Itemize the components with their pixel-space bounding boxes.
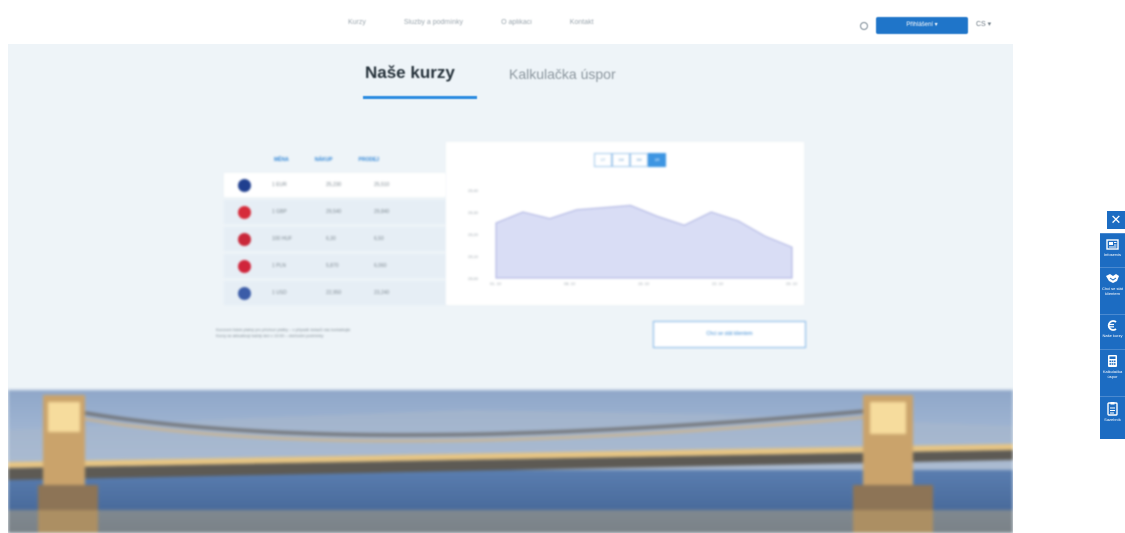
x-tick-label: 22. 10 [712, 281, 724, 286]
y-tick-label: 25,20 [468, 232, 479, 237]
rate-chart: 1T 1M 3M 1R 25,40 25,30 25,20 25,10 25,00 01.… [446, 142, 804, 305]
nav-item-o-aplikaci[interactable]: O aplikaci [501, 19, 532, 26]
table-cell: 22,950 [326, 290, 342, 296]
x-tick-label: 01. 10 [490, 281, 502, 286]
search-icon[interactable] [860, 22, 868, 30]
side-item-sazebnik[interactable]: Sazebník [1100, 396, 1125, 439]
table-cell: 25,230 [326, 182, 342, 188]
side-item-chci-se-stat-klientem[interactable]: Chci se stát klientem [1100, 267, 1125, 314]
table-cell: 1 PLN [272, 263, 286, 269]
rates-table: MĚNA NÁKUP PRODEJ 1 EUR 25,230 25,510 1 GBP… [218, 147, 446, 305]
calculator-icon [1108, 355, 1117, 367]
hero-bridge-image [8, 390, 1013, 533]
table-row[interactable]: 1 USD 22,950 23,240 [224, 281, 446, 305]
table-cell: 1 USD [272, 290, 287, 296]
flag-icon [238, 206, 251, 219]
side-item-label: Naše kurzy [1102, 333, 1123, 338]
main-page: Kurzy Sluzby a podmínky O aplikaci Konta… [8, 8, 1013, 533]
clipboard-icon [1107, 402, 1118, 416]
side-item-label: Infoservis [1103, 252, 1122, 257]
close-icon[interactable]: ✕ [1107, 211, 1125, 229]
table-cell: 1 EUR [272, 182, 287, 188]
table-row[interactable]: 1 EUR 25,230 25,510 [224, 173, 446, 197]
flag-icon [238, 287, 251, 300]
table-cell: 100 HUF [272, 236, 293, 242]
top-bar: Kurzy Sluzby a podmínky O aplikaci Konta… [8, 8, 1013, 44]
side-item-label: Kalkulačka úspor [1102, 369, 1123, 379]
flag-icon [238, 260, 251, 273]
handshake-icon [1106, 274, 1119, 283]
note-line-2: Kurzy se aktualizují každý den v 10:00 –… [216, 333, 324, 338]
table-cell: 6,30 [326, 236, 336, 242]
table-cell: 5,870 [326, 263, 339, 269]
table-cell: 23,240 [374, 290, 390, 296]
tab-nase-kurzy[interactable]: Naše kurzy [365, 63, 455, 83]
active-tab-underline [363, 96, 477, 99]
y-tick-label: 25,10 [468, 254, 479, 259]
flag-icon [238, 233, 251, 246]
login-button[interactable]: Přihlášení ▾ [876, 17, 968, 34]
column-header-prodej: PRODEJ [358, 157, 380, 163]
table-cell: 29,540 [326, 209, 342, 215]
nav-item-kurzy[interactable]: Kurzy [348, 19, 366, 26]
chart-plot: 25,40 25,30 25,20 25,10 25,00 01. 10 08. 10 15.… [468, 188, 798, 286]
flag-icon [238, 179, 251, 192]
table-row[interactable]: 1 PLN 5,870 6,060 [224, 254, 446, 278]
tabs: Naše kurzy Kalkulačka úspor [8, 63, 1013, 103]
main-nav: Kurzy Sluzby a podmínky O aplikaci Konta… [348, 19, 594, 26]
table-cell: 1 GBP [272, 209, 287, 215]
side-item-label: Chci se stát klientem [1102, 286, 1123, 296]
y-tick-label: 25,40 [468, 188, 479, 193]
language-selector[interactable]: CS ▾ [976, 20, 991, 28]
side-item-infoservis[interactable]: Infoservis [1100, 233, 1125, 267]
y-tick-label: 25,30 [468, 210, 479, 215]
become-client-button[interactable]: Chci se stát klientem [653, 321, 806, 348]
side-panel: ✕ Infoservis Chci se stát klientem Naše … [1100, 211, 1125, 439]
side-item-nase-kurzy[interactable]: Naše kurzy [1100, 314, 1125, 349]
tab-kalkulacka-uspor[interactable]: Kalkulačka úspor [509, 66, 616, 82]
table-row[interactable]: 100 HUF 6,30 6,50 [224, 227, 446, 251]
x-tick-label: 08. 10 [564, 281, 576, 286]
side-item-kalkulacka-uspor[interactable]: Kalkulačka úspor [1100, 349, 1125, 396]
x-tick-label: 15. 10 [638, 281, 650, 286]
column-header-mena: MĚNA [274, 157, 289, 163]
news-icon [1106, 239, 1119, 250]
chart-area-series [495, 204, 793, 279]
nav-item-sluzby[interactable]: Sluzby a podmínky [404, 19, 463, 26]
table-cell: 25,510 [374, 182, 390, 188]
table-cell: 6,50 [374, 236, 384, 242]
table-cell: 6,060 [374, 263, 387, 269]
rates-table-header: MĚNA NÁKUP PRODEJ [274, 157, 379, 163]
rates-note: Kurzovní lístek platný pro příchozí plat… [216, 327, 516, 339]
side-item-label: Sazebník [1104, 417, 1121, 422]
y-tick-label: 25,00 [468, 276, 479, 281]
table-row[interactable]: 1 GBP 29,540 29,840 [224, 200, 446, 224]
table-cell: 29,840 [374, 209, 390, 215]
x-tick-label: 29. 10 [786, 281, 798, 286]
nav-item-kontakt[interactable]: Kontakt [570, 19, 594, 26]
euro-icon [1107, 320, 1117, 331]
column-header-nakup: NÁKUP [314, 157, 333, 163]
